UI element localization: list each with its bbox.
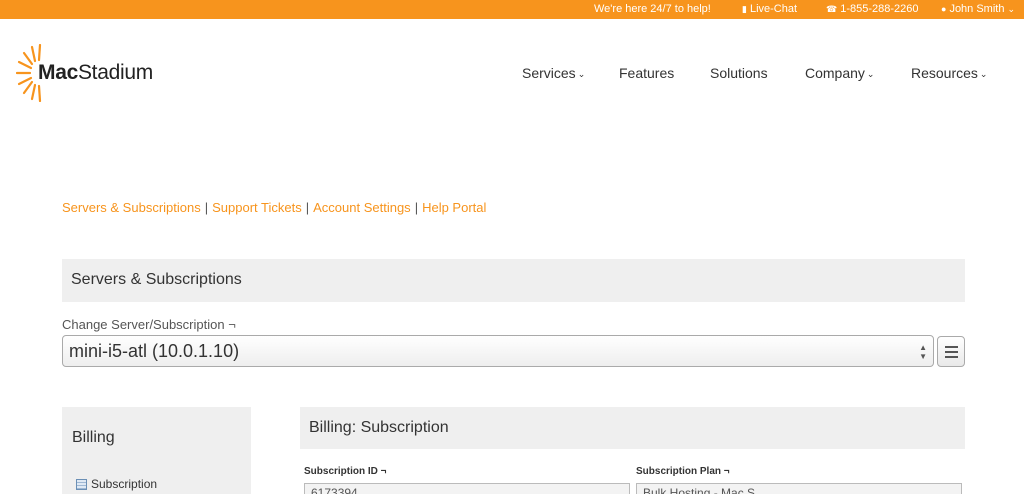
account-links: Servers & Subscriptions | Support Tickets |… [62,200,487,215]
top-utility-bar: We're here 24/7 to help! ▮ Live-Chat ☎ 1… [0,0,1024,19]
link-help-portal[interactable]: Help Portal [422,200,486,215]
sidebar-item-label: Subscription [91,477,158,491]
nav-services[interactable]: Services ⌄ [522,65,585,81]
server-select[interactable]: mini-i5-atl (10.0.1.10) ▲ ▼ [62,335,934,367]
link-support-tickets[interactable]: Support Tickets [212,200,302,215]
livechat-link[interactable]: ▮ Live-Chat [742,3,797,15]
document-icon [76,478,87,490]
macstadium-logo[interactable]: MacStadium [16,44,176,102]
subscription-id-field[interactable]: 6173394 [304,483,630,494]
server-select-value: mini-i5-atl (10.0.1.10) [69,341,240,361]
section-header: Servers & Subscriptions [62,259,965,302]
chevron-down-icon: ⌄ [577,69,586,79]
sidebar-title: Billing [72,429,115,446]
section-title: Servers & Subscriptions [71,271,242,288]
subscription-plan-label: Subscription Plan ¬ [636,466,730,477]
user-menu[interactable]: ● John Smith ⌄ [941,3,1015,15]
chevron-down-icon: ⌄ [979,69,988,79]
chat-bubble-icon: ▮ [742,3,747,14]
phone-number: 1-855-288-2260 [840,3,919,15]
user-name: John Smith [949,3,1005,15]
nav-resources[interactable]: Resources ⌄ [911,65,987,81]
support-hours-text: We're here 24/7 to help! [594,3,711,15]
nav-features[interactable]: Features [619,65,674,81]
billing-panel-header: Billing: Subscription [300,407,965,449]
subscription-plan-field[interactable]: Bulk Hosting - Mac S... [636,483,962,494]
billing-panel-title: Billing: Subscription [309,419,449,436]
billing-sidebar: Billing Subscription [62,407,251,494]
sidebar-item-subscription[interactable]: Subscription [76,477,157,491]
brand-name: MacStadium [38,61,153,84]
link-account-settings[interactable]: Account Settings [313,200,411,215]
select-arrow-icon: ▲ ▼ [919,343,927,361]
change-server-label: Change Server/Subscription ¬ [62,317,236,332]
user-icon: ● [941,3,947,14]
livechat-label: Live-Chat [749,3,798,15]
phone-icon: ☎ [826,3,838,14]
subscription-id-label: Subscription ID ¬ [304,466,387,477]
server-menu-button[interactable] [937,336,965,367]
nav-solutions[interactable]: Solutions [710,65,768,81]
phone-link[interactable]: ☎ 1-855-288-2260 [826,3,919,15]
chevron-down-icon: ⌄ [866,69,875,79]
chevron-down-icon: ⌄ [1007,3,1016,14]
nav-company[interactable]: Company ⌄ [805,65,874,81]
link-servers-subscriptions[interactable]: Servers & Subscriptions [62,200,201,215]
